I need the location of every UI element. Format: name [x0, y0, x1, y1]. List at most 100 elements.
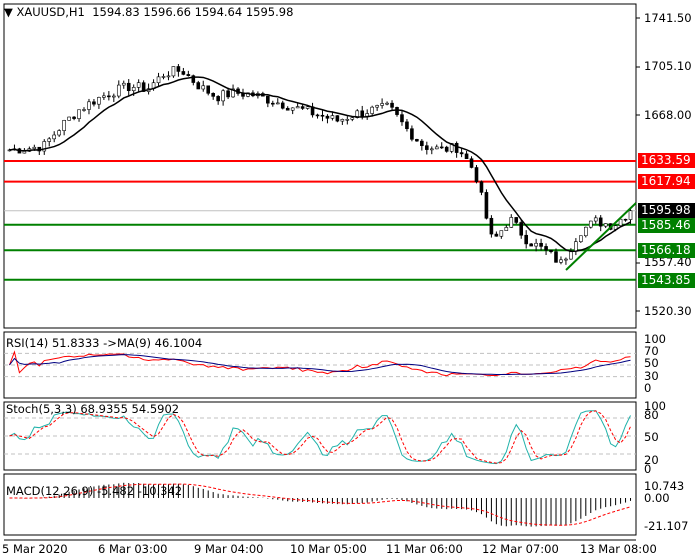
candle-body [345, 118, 350, 121]
candle-body [549, 249, 553, 253]
candle-body [320, 114, 325, 117]
rsi-tick: 50 [644, 356, 659, 370]
candle-body [494, 233, 499, 237]
candle-body [112, 95, 116, 98]
time-tick: 5 Mar 2020 [2, 542, 68, 556]
candle-body [524, 234, 528, 245]
candle-body [360, 110, 365, 117]
candle-body [509, 217, 514, 228]
candle-body [116, 84, 121, 97]
candle-body [32, 146, 37, 149]
macd-tick: -21.107 [644, 519, 689, 533]
rsi-label: RSI(14) 51.8333 ->MA(9) 46.1004 [6, 336, 203, 350]
price-tick: 1741.50 [644, 11, 692, 25]
candle-body [92, 101, 96, 105]
time-tick: 6 Mar 03:00 [98, 542, 168, 556]
level-tag-support-2: 1566.18 [638, 243, 695, 258]
ohlc-high: 1596.66 [143, 5, 191, 19]
candle-body [415, 138, 419, 142]
candle-body [315, 114, 320, 117]
candle-body [72, 116, 76, 119]
candle-body [519, 222, 524, 236]
candle-body [544, 246, 548, 251]
level-tag-support-3: 1543.85 [638, 273, 695, 288]
candle-body [628, 210, 633, 220]
candle-body [97, 97, 101, 105]
candle-body [439, 146, 444, 149]
candle-body [489, 217, 494, 235]
candle-body [370, 106, 374, 114]
candle-body [221, 90, 225, 102]
macd-label: MACD(12,26,9) -5.482 -10.342 [6, 484, 183, 498]
candle-body [514, 217, 519, 223]
candle-body [584, 226, 588, 237]
candle-body [131, 87, 136, 92]
ohlc-low: 1594.64 [194, 5, 243, 19]
candle-body [275, 102, 280, 105]
candle-body [102, 95, 106, 98]
candle-body [22, 151, 27, 154]
macd-tick: 0.00 [644, 491, 670, 505]
candle-body [181, 71, 186, 75]
candle-body [216, 96, 220, 102]
candle-body [569, 251, 573, 260]
candle-body [385, 102, 389, 105]
candle-body [350, 117, 355, 120]
price-tick: 1668.00 [644, 108, 692, 122]
stoch-main-line [9, 410, 631, 465]
candle-body [62, 120, 66, 131]
candle-body [340, 119, 345, 122]
candle-body [211, 92, 215, 97]
symbol-label: XAUUSD,H1 [16, 5, 85, 19]
candle-body [420, 140, 424, 146]
candle-body [290, 107, 295, 111]
candle-body [444, 146, 449, 152]
candle-body [335, 115, 340, 122]
stoch-label: Stoch(5,3,3) 68.9355 54.5902 [6, 402, 180, 416]
candle-body [77, 109, 81, 119]
candle-body [375, 105, 379, 108]
trend-line [565, 202, 637, 271]
stoch-signal-line [9, 410, 631, 464]
candle-body [539, 242, 543, 247]
ohlc-open: 1594.83 [92, 5, 140, 19]
candle-body [201, 85, 206, 90]
candle-body [464, 153, 469, 160]
time-tick: 10 Mar 05:00 [290, 542, 367, 556]
candle-body [176, 66, 181, 72]
candle-body [295, 106, 300, 109]
candle-body [285, 107, 290, 111]
rsi-tick: 0 [644, 381, 652, 395]
ohlc-close: 1595.98 [245, 5, 294, 19]
candle-body [425, 145, 429, 150]
candle-body [156, 76, 161, 84]
candle-body [325, 115, 330, 119]
candle-body [623, 218, 628, 221]
candle-body [196, 82, 201, 90]
stoch-tick: 80 [644, 408, 659, 422]
candle-body [469, 158, 474, 168]
candle-body [126, 82, 131, 92]
candle-body [559, 259, 563, 263]
current-price-tag: 1595.98 [638, 203, 695, 218]
collapse-arrow-icon[interactable]: ▼ [4, 5, 13, 19]
candle-body [47, 138, 52, 142]
candle-body [52, 134, 56, 140]
candle-body [564, 258, 568, 261]
candle-body [400, 114, 404, 123]
candle-body [484, 192, 489, 219]
time-tick: 11 Mar 06:00 [386, 542, 463, 556]
candle-body [171, 66, 176, 77]
time-tick: 13 Mar 08:00 [580, 542, 657, 556]
candle-body [479, 181, 484, 193]
candle-body [618, 218, 623, 226]
chart-canvas[interactable] [0, 0, 700, 560]
candle-body [186, 74, 191, 76]
candle-body [499, 230, 504, 237]
candle-body [603, 223, 608, 227]
candle-body [82, 109, 86, 111]
candle-body [67, 116, 71, 121]
candle-body [266, 95, 270, 104]
candle-body [504, 227, 509, 231]
candle-body [598, 217, 603, 227]
